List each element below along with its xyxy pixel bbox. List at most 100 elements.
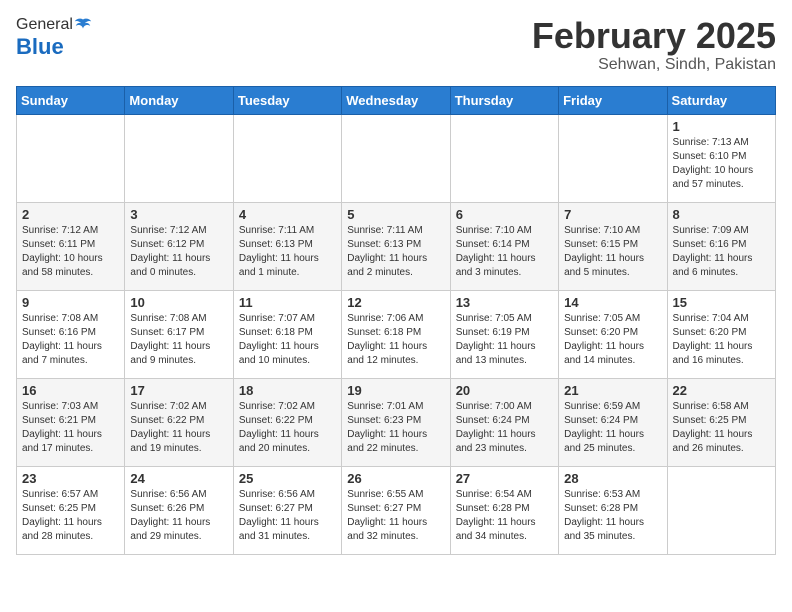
calendar-row-3: 16Sunrise: 7:03 AM Sunset: 6:21 PM Dayli… xyxy=(17,378,776,466)
day-number: 23 xyxy=(22,471,119,486)
day-info: Sunrise: 7:05 AM Sunset: 6:20 PM Dayligh… xyxy=(564,312,661,368)
day-info: Sunrise: 6:56 AM Sunset: 6:26 PM Dayligh… xyxy=(130,488,227,544)
day-info: Sunrise: 7:08 AM Sunset: 6:16 PM Dayligh… xyxy=(22,312,119,368)
day-info: Sunrise: 7:04 AM Sunset: 6:20 PM Dayligh… xyxy=(673,312,770,368)
day-number: 27 xyxy=(456,471,553,486)
day-info: Sunrise: 6:53 AM Sunset: 6:28 PM Dayligh… xyxy=(564,488,661,544)
day-number: 11 xyxy=(239,295,336,310)
calendar-cell: 25 Sunrise: 6:56 AM Sunset: 6:27 PM Dayli… xyxy=(233,466,341,554)
weekday-header-sunday: Sunday xyxy=(17,86,125,114)
calendar-cell: 24 Sunrise: 6:56 AM Sunset: 6:26 PM Dayli… xyxy=(125,466,233,554)
calendar-cell: 19 Sunrise: 7:01 AM Sunset: 6:23 PM Dayli… xyxy=(342,378,450,466)
day-info: Sunrise: 6:55 AM Sunset: 6:27 PM Dayligh… xyxy=(347,488,444,544)
logo-blue-text: Blue xyxy=(16,34,92,60)
day-number: 7 xyxy=(564,207,661,222)
calendar-cell: 27 Sunrise: 6:54 AM Sunset: 6:28 PM Dayli… xyxy=(450,466,558,554)
calendar-cell: 7 Sunrise: 7:10 AM Sunset: 6:15 PM Daylig… xyxy=(559,202,667,290)
day-info: Sunrise: 7:00 AM Sunset: 6:24 PM Dayligh… xyxy=(456,400,553,456)
day-info: Sunrise: 6:58 AM Sunset: 6:25 PM Dayligh… xyxy=(673,400,770,456)
day-info: Sunrise: 7:12 AM Sunset: 6:11 PM Dayligh… xyxy=(22,224,119,280)
day-info: Sunrise: 7:11 AM Sunset: 6:13 PM Dayligh… xyxy=(239,224,336,280)
calendar-cell: 21 Sunrise: 6:59 AM Sunset: 6:24 PM Dayli… xyxy=(559,378,667,466)
calendar-cell xyxy=(667,466,775,554)
calendar-cell: 17 Sunrise: 7:02 AM Sunset: 6:22 PM Dayli… xyxy=(125,378,233,466)
weekday-header-row: SundayMondayTuesdayWednesdayThursdayFrid… xyxy=(17,86,776,114)
calendar-cell: 9 Sunrise: 7:08 AM Sunset: 6:16 PM Daylig… xyxy=(17,290,125,378)
calendar-cell: 12 Sunrise: 7:06 AM Sunset: 6:18 PM Dayli… xyxy=(342,290,450,378)
calendar-cell: 2Sunrise: 7:12 AM Sunset: 6:11 PM Daylig… xyxy=(17,202,125,290)
calendar-cell: 8 Sunrise: 7:09 AM Sunset: 6:16 PM Daylig… xyxy=(667,202,775,290)
day-info: Sunrise: 7:08 AM Sunset: 6:17 PM Dayligh… xyxy=(130,312,227,368)
month-title: February 2025 xyxy=(532,16,776,56)
calendar-cell: 16Sunrise: 7:03 AM Sunset: 6:21 PM Dayli… xyxy=(17,378,125,466)
day-number: 16 xyxy=(22,383,119,398)
day-number: 15 xyxy=(673,295,770,310)
calendar-cell: 11 Sunrise: 7:07 AM Sunset: 6:18 PM Dayli… xyxy=(233,290,341,378)
calendar-cell xyxy=(125,114,233,202)
logo-general-text: General xyxy=(16,16,73,34)
day-info: Sunrise: 6:56 AM Sunset: 6:27 PM Dayligh… xyxy=(239,488,336,544)
calendar-cell xyxy=(450,114,558,202)
logo: General Blue xyxy=(16,16,92,60)
day-number: 3 xyxy=(130,207,227,222)
day-number: 26 xyxy=(347,471,444,486)
day-info: Sunrise: 7:11 AM Sunset: 6:13 PM Dayligh… xyxy=(347,224,444,280)
calendar-cell: 15 Sunrise: 7:04 AM Sunset: 6:20 PM Dayli… xyxy=(667,290,775,378)
calendar-cell: 26 Sunrise: 6:55 AM Sunset: 6:27 PM Dayli… xyxy=(342,466,450,554)
day-info: Sunrise: 6:54 AM Sunset: 6:28 PM Dayligh… xyxy=(456,488,553,544)
day-info: Sunrise: 7:05 AM Sunset: 6:19 PM Dayligh… xyxy=(456,312,553,368)
day-info: Sunrise: 6:57 AM Sunset: 6:25 PM Dayligh… xyxy=(22,488,119,544)
day-info: Sunrise: 7:10 AM Sunset: 6:14 PM Dayligh… xyxy=(456,224,553,280)
calendar-row-1: 2Sunrise: 7:12 AM Sunset: 6:11 PM Daylig… xyxy=(17,202,776,290)
day-info: Sunrise: 7:02 AM Sunset: 6:22 PM Dayligh… xyxy=(239,400,336,456)
calendar-row-2: 9 Sunrise: 7:08 AM Sunset: 6:16 PM Daylig… xyxy=(17,290,776,378)
day-number: 25 xyxy=(239,471,336,486)
day-number: 20 xyxy=(456,383,553,398)
day-info: Sunrise: 7:07 AM Sunset: 6:18 PM Dayligh… xyxy=(239,312,336,368)
day-number: 12 xyxy=(347,295,444,310)
day-number: 9 xyxy=(22,295,119,310)
calendar-cell xyxy=(17,114,125,202)
day-number: 6 xyxy=(456,207,553,222)
calendar-cell: 14Sunrise: 7:05 AM Sunset: 6:20 PM Dayli… xyxy=(559,290,667,378)
location-subtitle: Sehwan, Sindh, Pakistan xyxy=(532,56,776,74)
day-number: 24 xyxy=(130,471,227,486)
day-number: 22 xyxy=(673,383,770,398)
day-info: Sunrise: 7:09 AM Sunset: 6:16 PM Dayligh… xyxy=(673,224,770,280)
title-block: February 2025 Sehwan, Sindh, Pakistan xyxy=(532,16,776,74)
calendar-cell xyxy=(559,114,667,202)
day-info: Sunrise: 7:06 AM Sunset: 6:18 PM Dayligh… xyxy=(347,312,444,368)
calendar-cell: 5Sunrise: 7:11 AM Sunset: 6:13 PM Daylig… xyxy=(342,202,450,290)
weekday-header-wednesday: Wednesday xyxy=(342,86,450,114)
day-number: 1 xyxy=(673,119,770,134)
calendar-row-0: 1Sunrise: 7:13 AM Sunset: 6:10 PM Daylig… xyxy=(17,114,776,202)
calendar-cell: 10 Sunrise: 7:08 AM Sunset: 6:17 PM Dayli… xyxy=(125,290,233,378)
day-info: Sunrise: 7:02 AM Sunset: 6:22 PM Dayligh… xyxy=(130,400,227,456)
calendar-cell: 28 Sunrise: 6:53 AM Sunset: 6:28 PM Dayli… xyxy=(559,466,667,554)
day-number: 18 xyxy=(239,383,336,398)
calendar-cell: 22 Sunrise: 6:58 AM Sunset: 6:25 PM Dayli… xyxy=(667,378,775,466)
page-header: General Blue February 2025 Sehwan, Sindh… xyxy=(16,16,776,74)
day-number: 28 xyxy=(564,471,661,486)
weekday-header-thursday: Thursday xyxy=(450,86,558,114)
day-info: Sunrise: 7:10 AM Sunset: 6:15 PM Dayligh… xyxy=(564,224,661,280)
day-number: 19 xyxy=(347,383,444,398)
weekday-header-tuesday: Tuesday xyxy=(233,86,341,114)
day-number: 8 xyxy=(673,207,770,222)
weekday-header-monday: Monday xyxy=(125,86,233,114)
calendar-cell xyxy=(342,114,450,202)
day-number: 17 xyxy=(130,383,227,398)
day-number: 10 xyxy=(130,295,227,310)
day-info: Sunrise: 6:59 AM Sunset: 6:24 PM Dayligh… xyxy=(564,400,661,456)
calendar-cell: 18 Sunrise: 7:02 AM Sunset: 6:22 PM Dayli… xyxy=(233,378,341,466)
day-number: 13 xyxy=(456,295,553,310)
calendar-cell: 23 Sunrise: 6:57 AM Sunset: 6:25 PM Dayli… xyxy=(17,466,125,554)
calendar-cell: 4Sunrise: 7:11 AM Sunset: 6:13 PM Daylig… xyxy=(233,202,341,290)
calendar-cell: 13 Sunrise: 7:05 AM Sunset: 6:19 PM Dayli… xyxy=(450,290,558,378)
day-info: Sunrise: 7:12 AM Sunset: 6:12 PM Dayligh… xyxy=(130,224,227,280)
logo-bird-icon xyxy=(74,16,92,34)
day-number: 21 xyxy=(564,383,661,398)
calendar-cell: 6 Sunrise: 7:10 AM Sunset: 6:14 PM Daylig… xyxy=(450,202,558,290)
calendar-cell: 20 Sunrise: 7:00 AM Sunset: 6:24 PM Dayli… xyxy=(450,378,558,466)
day-info: Sunrise: 7:01 AM Sunset: 6:23 PM Dayligh… xyxy=(347,400,444,456)
